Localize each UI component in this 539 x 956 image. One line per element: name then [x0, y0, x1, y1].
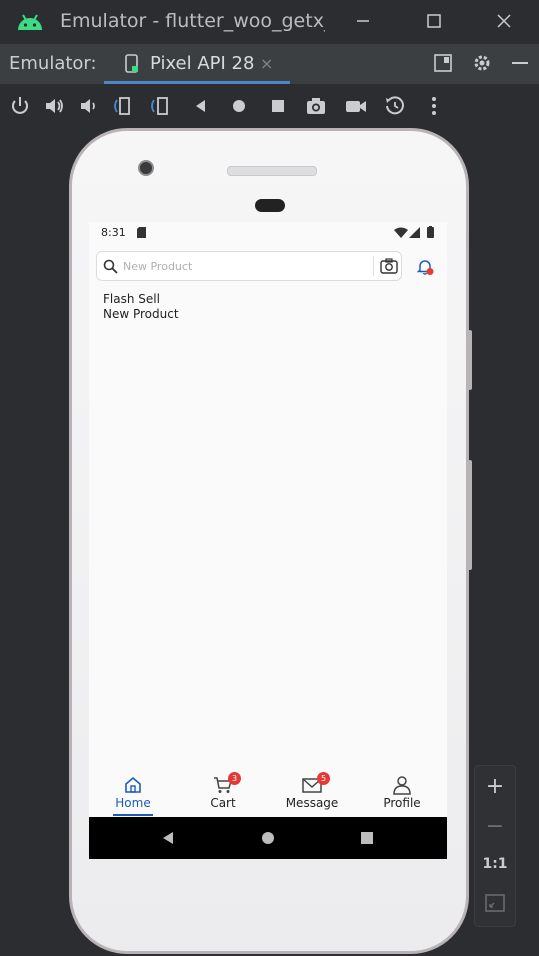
- overview-icon[interactable]: [267, 95, 289, 117]
- user-icon: [393, 776, 411, 795]
- tab-close-icon[interactable]: ×: [260, 54, 273, 73]
- bottom-navigation: Home 3 Cart 5 Message Profile: [89, 767, 447, 817]
- search-divider: [373, 256, 374, 276]
- hide-panel-icon[interactable]: [510, 53, 530, 73]
- signal-icon: [409, 227, 420, 238]
- sd-card-icon: [137, 227, 146, 238]
- system-back-icon[interactable]: [161, 831, 175, 845]
- screenshot-icon[interactable]: [305, 95, 327, 117]
- minimize-window-button[interactable]: [349, 8, 377, 36]
- system-navigation-bar: [89, 817, 447, 859]
- status-bar: 8:31: [89, 222, 447, 244]
- zoom-in-button[interactable]: +: [475, 774, 515, 799]
- rotate-right-icon[interactable]: [149, 95, 171, 117]
- zoom-out-button[interactable]: −: [475, 814, 515, 839]
- zoom-one-to-one-button[interactable]: 1:1: [475, 856, 515, 872]
- gear-icon[interactable]: [472, 53, 492, 73]
- device-tab[interactable]: Pixel API 28 ×: [104, 44, 290, 84]
- front-camera: [138, 160, 154, 176]
- fit-screen-icon[interactable]: [485, 894, 505, 912]
- proximity-sensor: [255, 199, 285, 212]
- nav-cart-label: Cart: [210, 796, 236, 810]
- power-key[interactable]: [468, 330, 472, 390]
- close-window-button[interactable]: [490, 8, 518, 36]
- notification-bell-icon[interactable]: [416, 258, 434, 276]
- nav-profile-label: Profile: [383, 796, 421, 810]
- phone-icon: [125, 54, 138, 73]
- android-logo-icon: [18, 14, 42, 30]
- system-overview-icon[interactable]: [360, 831, 374, 845]
- device-tab-label: Pixel API 28: [150, 53, 255, 74]
- window-title: Emulator - flutter_woo_getx_le: [60, 10, 325, 32]
- device-screen[interactable]: 8:31 New Product Flash Sell New Product …: [89, 222, 447, 859]
- nav-message[interactable]: 5 Message: [268, 767, 356, 817]
- nav-profile[interactable]: Profile: [358, 767, 446, 817]
- new-product-heading: New Product: [103, 307, 179, 321]
- active-nav-indicator: [113, 814, 153, 816]
- status-time: 8:31: [101, 226, 126, 239]
- rotate-left-icon[interactable]: [111, 95, 133, 117]
- battery-icon: [427, 226, 434, 238]
- close-icon: [497, 14, 511, 28]
- more-icon[interactable]: [423, 95, 445, 117]
- cart-badge: 3: [228, 772, 241, 785]
- volume-down-icon[interactable]: [77, 95, 99, 117]
- search-bar[interactable]: New Product: [96, 251, 402, 281]
- emulator-tab-bar: Emulator: Pixel API 28 ×: [0, 44, 539, 85]
- nav-message-label: Message: [285, 796, 339, 810]
- back-icon[interactable]: [190, 95, 212, 117]
- emulator-toolbar: [0, 85, 539, 127]
- flash-sell-heading: Flash Sell: [103, 292, 160, 306]
- layout-icon[interactable]: [433, 53, 453, 73]
- wifi-icon: [394, 227, 408, 238]
- active-tab-indicator: [104, 81, 290, 84]
- home-icon[interactable]: [228, 95, 250, 117]
- earpiece-speaker: [227, 166, 317, 176]
- volume-up-icon[interactable]: [43, 95, 65, 117]
- system-home-icon[interactable]: [261, 831, 275, 845]
- nav-cart[interactable]: 3 Cart: [179, 767, 267, 817]
- zoom-panel: + − 1:1: [474, 765, 516, 927]
- nav-home[interactable]: Home: [89, 767, 177, 817]
- search-icon: [103, 259, 118, 274]
- nav-home-label: Home: [115, 796, 151, 810]
- snapshot-icon[interactable]: [384, 95, 406, 117]
- power-icon[interactable]: [9, 95, 31, 117]
- search-placeholder: New Product: [123, 260, 193, 273]
- camera-icon[interactable]: [380, 258, 398, 274]
- maximize-icon: [427, 14, 441, 28]
- maximize-window-button[interactable]: [420, 8, 448, 36]
- emulator-label: Emulator:: [9, 53, 97, 74]
- minimize-icon: [357, 20, 369, 22]
- home-nav-icon: [125, 776, 141, 793]
- record-icon[interactable]: [345, 95, 367, 117]
- window-title-bar: Emulator - flutter_woo_getx_le: [0, 0, 539, 44]
- volume-key[interactable]: [468, 460, 472, 570]
- message-badge: 5: [317, 772, 330, 785]
